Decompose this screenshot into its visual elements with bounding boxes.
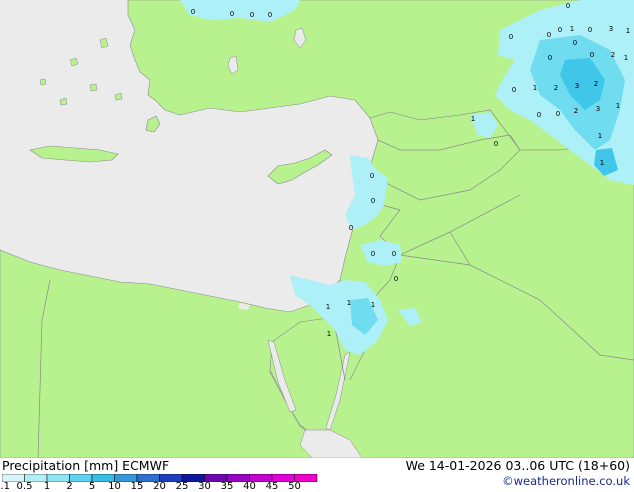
legend-tick-label: 0.1 xyxy=(0,481,10,492)
valid-time: We 14-01-2026 03..06 UTC (18+60) xyxy=(405,458,630,473)
precip-label: 0 xyxy=(349,224,353,232)
precip-label: 1 xyxy=(533,84,537,92)
precip-label: 1 xyxy=(616,102,620,110)
precip-label: 1 xyxy=(598,132,602,140)
precip-label: 0 xyxy=(394,275,398,283)
legend-tick-label: 35 xyxy=(220,481,234,492)
precip-label: 0 xyxy=(590,51,594,59)
precip-label: 0 xyxy=(191,8,195,16)
precip-label: 0 xyxy=(509,33,513,41)
legend-tick-label: 1 xyxy=(43,481,51,492)
legend-tick-label: 45 xyxy=(265,481,279,492)
precip-label: 1 xyxy=(327,330,331,338)
legend-tick-label: 50 xyxy=(288,481,301,492)
legend-tick-label: 10 xyxy=(108,481,121,492)
precip-label: 0 xyxy=(548,54,552,62)
map-footer: Precipitation [mm] ECMWF We 14-01-2026 0… xyxy=(0,458,634,492)
precip-label: 1 xyxy=(371,301,375,309)
precip-label: 0 xyxy=(566,2,570,10)
precip-label: 0 xyxy=(371,250,375,258)
precip-label: 0 xyxy=(537,111,541,119)
precip-label: 0 xyxy=(512,86,516,94)
precip-label: 1 xyxy=(471,115,475,123)
precip-label: 2 xyxy=(594,80,598,88)
precip-label: 3 xyxy=(596,105,600,113)
precip-label: 0 xyxy=(230,10,234,18)
credit-link[interactable]: ©weatheronline.co.uk xyxy=(502,474,630,488)
precipitation-map: 0 0 0 0 0 0 0 0 1 3 1 0 0 0 0 2 1 0 1 2 … xyxy=(0,0,634,458)
precip-label: 1 xyxy=(600,159,604,167)
precip-label: 1 xyxy=(570,25,574,33)
precip-label: 2 xyxy=(574,107,578,115)
precip-label: 0 xyxy=(370,172,374,180)
legend-tick-label: 20 xyxy=(153,481,166,492)
precip-label: 1 xyxy=(624,54,628,62)
legend-tick-label: 25 xyxy=(175,481,189,492)
precip-label: 0 xyxy=(556,110,560,118)
legend-tick-label: 15 xyxy=(130,481,144,492)
precip-label: 3 xyxy=(609,25,613,33)
precip-label: 0 xyxy=(371,197,375,205)
legend-tick-label: 30 xyxy=(198,481,211,492)
precip-label: 0 xyxy=(392,250,396,258)
precip-label: 0 xyxy=(547,31,551,39)
precip-label: 0 xyxy=(268,11,272,19)
map-title: Precipitation [mm] ECMWF xyxy=(2,458,170,473)
legend-tick-label: 0.5 xyxy=(16,481,33,492)
precip-label: 3 xyxy=(575,82,579,90)
precip-label: 1 xyxy=(347,299,351,307)
legend-tick-label: 5 xyxy=(88,481,96,492)
precip-label: 2 xyxy=(611,51,615,59)
precip-label: 0 xyxy=(573,39,577,47)
precip-label: 2 xyxy=(554,84,558,92)
precip-label: 0 xyxy=(558,26,562,34)
precip-label: 0 xyxy=(588,26,592,34)
legend-tick-label: 2 xyxy=(66,481,73,492)
precip-label: 1 xyxy=(626,27,630,35)
precip-label: 1 xyxy=(326,303,330,311)
legend-tick-label: 40 xyxy=(243,481,256,492)
precip-label: 0 xyxy=(250,11,254,19)
precip-label: 0 xyxy=(494,140,498,148)
